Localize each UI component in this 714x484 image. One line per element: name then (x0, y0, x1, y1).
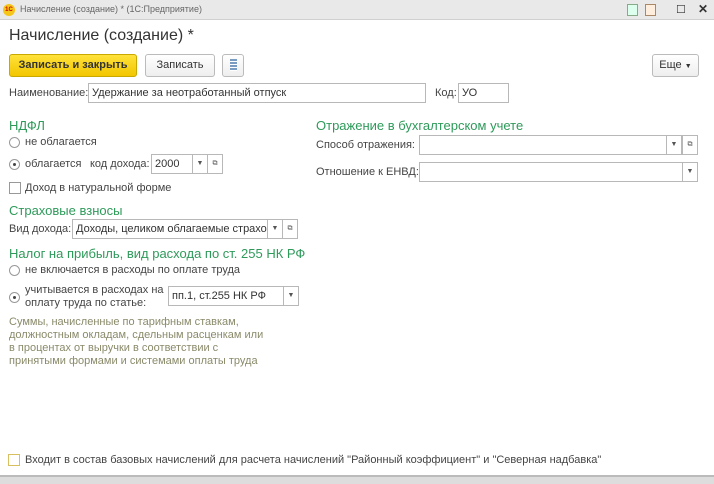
open-icon[interactable]: ⧉ (282, 219, 298, 239)
window-title: Начисление (создание) * (1С:Предприятие) (20, 4, 202, 14)
envd-label: Отношение к ЕНВД: (316, 166, 419, 178)
accounting-heading: Отражение в бухгалтерском учете (316, 118, 524, 133)
page-title: Начисление (создание) * (9, 27, 194, 44)
background-list-strip (0, 475, 714, 484)
taxed-radio[interactable] (9, 159, 20, 170)
calendar-icon[interactable] (645, 4, 656, 16)
profit-heading: Налог на прибыль, вид расхода по ст. 255… (9, 246, 306, 261)
income-type-label: Вид дохода: (9, 223, 72, 235)
title-bar: 1С Начисление (создание) * (1С:Предприят… (0, 0, 714, 20)
save-button[interactable]: Записать (145, 54, 215, 77)
method-input[interactable] (419, 135, 667, 155)
taxed-label: облагается (25, 158, 82, 170)
close-icon[interactable]: ✕ (698, 2, 708, 16)
base-accrual-label: Входит в состав базовых начислений для р… (25, 454, 602, 466)
chevron-down-icon[interactable]: ▼ (283, 286, 299, 306)
open-icon[interactable]: ⧉ (207, 154, 223, 174)
app-logo: 1С (3, 4, 15, 16)
document-icon (229, 59, 237, 71)
calculator-icon[interactable] (627, 4, 638, 16)
method-label: Способ отражения: (316, 139, 415, 151)
income-code-label: код дохода: (90, 158, 150, 170)
not-taxed-radio[interactable] (9, 137, 20, 148)
report-button[interactable] (222, 54, 244, 77)
envd-input[interactable] (419, 162, 683, 182)
chevron-down-icon[interactable]: ▼ (666, 135, 682, 155)
income-code-input[interactable]: 2000 (151, 154, 193, 174)
included-radio[interactable] (9, 292, 20, 303)
in-kind-checkbox[interactable] (9, 182, 21, 194)
not-included-label: не включается в расходы по оплате труда (25, 264, 241, 276)
more-button[interactable]: Еще ▼ (652, 54, 699, 77)
code-input[interactable]: УО (458, 83, 509, 103)
included-label: учитывается в расходах на оплату труда п… (25, 284, 164, 309)
chevron-down-icon[interactable]: ▼ (682, 162, 698, 182)
code-label: Код: (435, 87, 457, 99)
open-icon[interactable]: ⧉ (682, 135, 698, 155)
insurance-heading: Страховые взносы (9, 203, 123, 218)
base-accrual-checkbox[interactable] (8, 454, 20, 466)
maximize-icon[interactable]: ☐ (676, 3, 686, 16)
chevron-down-icon[interactable]: ▼ (267, 219, 283, 239)
not-taxed-label: не облагается (25, 136, 97, 148)
in-kind-label: Доход в натуральной форме (25, 182, 172, 194)
income-type-input[interactable]: Доходы, целиком облагаемые страховыми вз… (72, 219, 268, 239)
article-note: Суммы, начисленные по тарифным ставкам, … (9, 316, 264, 367)
chevron-down-icon[interactable]: ▼ (192, 154, 208, 174)
chevron-down-icon: ▼ (684, 63, 692, 70)
name-label: Наименование: (9, 87, 89, 99)
not-included-radio[interactable] (9, 265, 20, 276)
article-select[interactable]: пп.1, ст.255 НК РФ (168, 286, 284, 306)
ndfl-heading: НДФЛ (9, 118, 45, 133)
save-and-close-button[interactable]: Записать и закрыть (9, 54, 137, 77)
name-input[interactable]: Удержание за неотработанный отпуск (88, 83, 426, 103)
